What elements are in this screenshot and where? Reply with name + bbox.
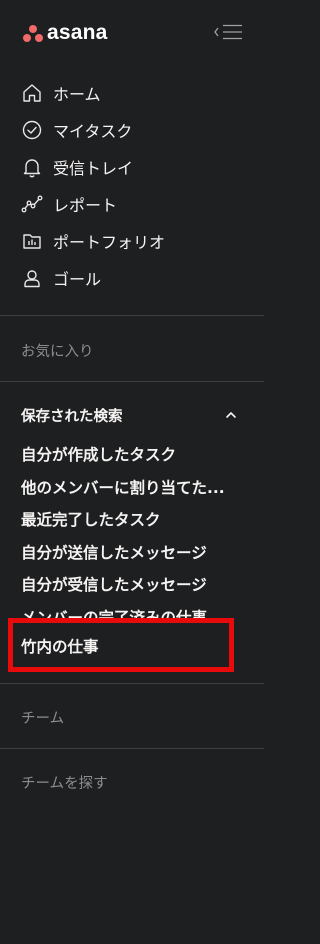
nav-label-portfolios: ポートフォリオ xyxy=(53,232,166,252)
saved-search-label: 竹内の仕事 xyxy=(21,638,99,656)
nav-item-inbox[interactable]: 受信トレイ xyxy=(0,148,264,185)
main-nav: ホーム マイタスク 受信トレイ レポート ポートフォリオ ゴール xyxy=(0,74,264,296)
goal-person-icon xyxy=(21,267,43,289)
saved-search-label: 他のメンバーに割り当てた... xyxy=(21,478,225,497)
saved-search-item[interactable]: 自分が受信したメッセージ xyxy=(0,567,264,600)
chevron-up-icon[interactable] xyxy=(224,409,238,421)
nav-item-goals[interactable]: ゴール xyxy=(0,259,264,296)
saved-search-label: 自分が受信したメッセージ xyxy=(21,576,207,594)
collapse-sidebar-button[interactable] xyxy=(212,22,244,42)
nav-label-reporting: レポート xyxy=(53,195,118,215)
divider xyxy=(0,381,264,382)
saved-search-item[interactable]: 自分が送信したメッセージ xyxy=(0,535,264,568)
saved-searches-title: 保存された検索 xyxy=(21,409,123,425)
saved-search-item[interactable]: 他のメンバーに割り当てた... xyxy=(0,470,264,503)
teams-section-title[interactable]: チーム xyxy=(21,707,64,728)
divider xyxy=(0,748,264,749)
chart-line-icon xyxy=(21,193,43,215)
collapse-sidebar-icon xyxy=(214,24,242,40)
divider xyxy=(0,315,264,316)
nav-label-goals: ゴール xyxy=(53,269,102,289)
sidebar-header: asana xyxy=(0,0,264,64)
asana-logo-icon xyxy=(22,23,44,43)
home-icon xyxy=(21,82,43,104)
saved-searches-header[interactable]: 保存された検索 xyxy=(0,400,264,430)
nav-item-reporting[interactable]: レポート xyxy=(0,185,264,222)
saved-search-item[interactable]: 最近完了したタスク xyxy=(0,502,264,535)
favorites-section-title[interactable]: お気に入り xyxy=(21,340,94,361)
divider xyxy=(0,683,264,684)
saved-search-label: 最近完了したタスク xyxy=(21,511,161,529)
check-circle-icon xyxy=(21,119,43,141)
bell-icon xyxy=(21,156,43,178)
portfolio-folder-icon xyxy=(21,230,43,252)
brand-name: asana xyxy=(47,21,108,44)
nav-label-inbox: 受信トレイ xyxy=(53,158,134,178)
saved-search-label: 自分が送信したメッセージ xyxy=(21,543,207,562)
nav-label-home: ホーム xyxy=(53,84,101,104)
nav-item-my-tasks[interactable]: マイタスク xyxy=(0,111,264,148)
sidebar: asana ホーム マイタスク 受信トレイ レポート ポートフォリオ ゴール お… xyxy=(0,0,264,944)
nav-item-home[interactable]: ホーム xyxy=(0,74,264,111)
nav-item-portfolios[interactable]: ポートフォリオ xyxy=(0,222,264,259)
saved-search-item[interactable]: 自分が作成したタスク xyxy=(0,437,264,470)
asana-logo[interactable]: asana xyxy=(22,21,108,45)
saved-searches-list: 自分が作成したタスク 他のメンバーに割り当てた... 最近完了したタスク 自分が… xyxy=(0,437,264,628)
saved-search-label: 自分が作成したタスク xyxy=(21,446,177,464)
highlighted-saved-search-item[interactable]: 竹内の仕事 xyxy=(8,618,234,672)
find-teams-link[interactable]: チームを探す xyxy=(21,772,108,793)
nav-label-my-tasks: マイタスク xyxy=(53,121,133,141)
